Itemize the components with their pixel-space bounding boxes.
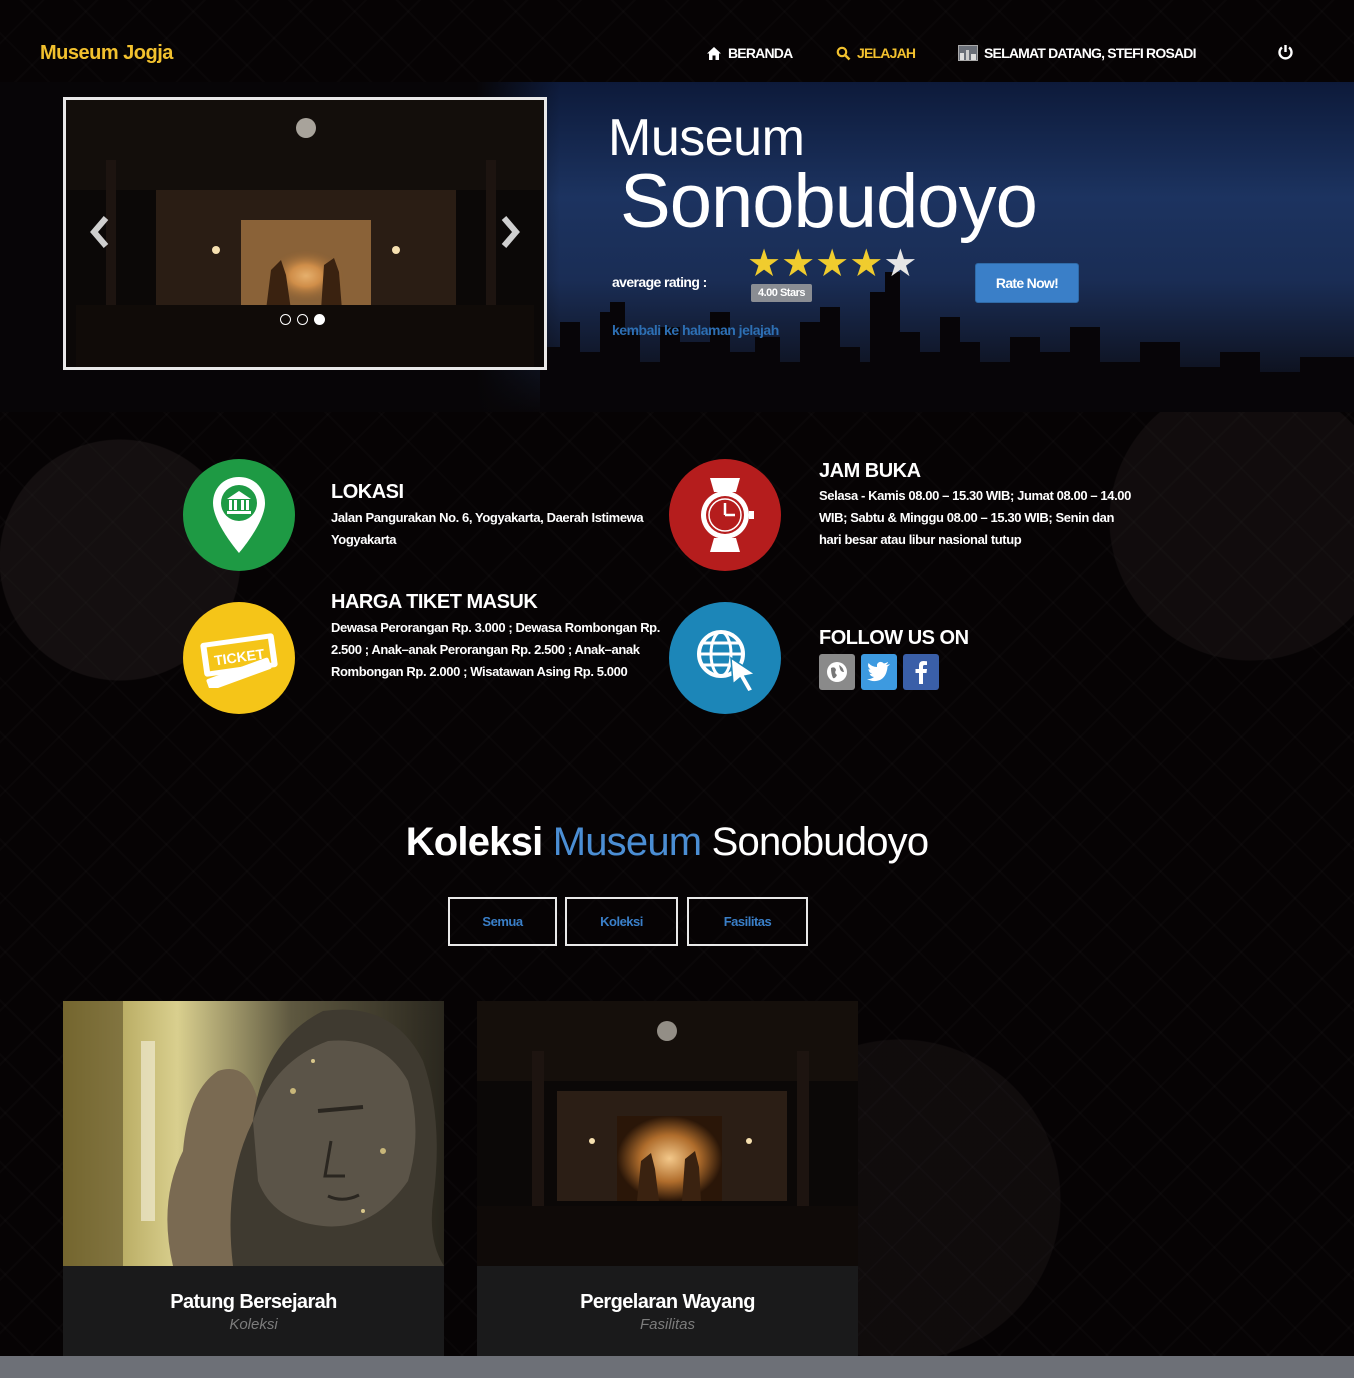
facebook-icon — [915, 661, 927, 684]
card-title[interactable]: Pergelaran Wayang — [477, 1291, 858, 1314]
ticket-icon: TICKET — [200, 633, 278, 688]
map-pin-museum-icon — [213, 477, 265, 553]
carousel-slide-image — [66, 100, 544, 367]
twitter-icon — [867, 661, 890, 682]
card-title[interactable]: Patung Bersejarah — [63, 1291, 444, 1314]
rating-stars[interactable]: ★ ★ ★ ★ ★ — [747, 245, 917, 283]
rate-now-button[interactable]: Rate Now! — [975, 263, 1079, 303]
follow-circle — [669, 602, 781, 714]
filter-all-button[interactable]: Semua — [448, 897, 557, 946]
user-photo-icon — [958, 45, 978, 61]
hours-title: JAM BUKA — [819, 460, 921, 482]
top-navbar: Museum Jogja BERANDA JELAJAH SELAMAT DAT… — [0, 0, 1354, 96]
card-image-statue — [63, 1001, 444, 1266]
star-icon[interactable]: ★ — [849, 245, 883, 283]
carousel-indicators — [280, 314, 325, 325]
star-icon[interactable]: ★ — [815, 245, 849, 283]
collection-title: Koleksi Museum Sonobudoyo — [0, 820, 1334, 865]
image-carousel[interactable] — [63, 97, 547, 370]
collection-title-part3: Sonobudoyo — [711, 820, 929, 864]
home-icon — [707, 46, 721, 60]
collection-title-part2: Museum — [552, 820, 702, 864]
ticket-text: Dewasa Perorangan Rp. 3.000 ; Dewasa Rom… — [331, 620, 660, 679]
nav-home-label: BERANDA — [728, 45, 793, 61]
hours-text: Selasa - Kamis 08.00 – 15.30 WIB; Jumat … — [819, 488, 1131, 547]
star-icon[interactable]: ★ — [747, 245, 781, 283]
twitter-link[interactable] — [861, 654, 897, 690]
hours-circle — [669, 459, 781, 571]
location-circle — [183, 459, 295, 571]
bottom-scroll-bar — [0, 1356, 1354, 1378]
nav-explore[interactable]: JELAJAH — [836, 45, 916, 61]
collection-card[interactable]: Patung Bersejarah Koleksi — [63, 1001, 444, 1356]
card-image-wayang — [477, 1001, 858, 1266]
website-link[interactable] — [819, 654, 855, 690]
power-icon[interactable] — [1277, 44, 1294, 61]
collection-title-part1: Koleksi — [405, 820, 543, 864]
globe-cursor-icon — [697, 630, 757, 693]
ticket-circle: TICKET — [183, 602, 295, 714]
carousel-dot[interactable] — [280, 314, 291, 325]
follow-title: FOLLOW US ON — [819, 627, 969, 649]
carousel-prev-arrow[interactable] — [86, 212, 116, 252]
nav-explore-label: JELAJAH — [857, 45, 916, 61]
card-category: Fasilitas — [639, 1316, 695, 1333]
wristwatch-icon — [701, 478, 754, 552]
star-icon[interactable]: ★ — [781, 245, 815, 283]
carousel-dot[interactable] — [297, 314, 308, 325]
rating-badge: 4.00 Stars — [751, 284, 812, 302]
carousel-next-arrow[interactable] — [494, 212, 524, 252]
search-icon — [836, 46, 851, 60]
carousel-dot-active[interactable] — [314, 314, 325, 325]
filter-facilities-button[interactable]: Fasilitas — [687, 897, 808, 946]
location-text: Jalan Pangurakan No. 6, Yogyakarta, Daer… — [331, 510, 644, 547]
star-icon[interactable]: ★ — [883, 245, 917, 283]
nav-welcome-label: SELAMAT DATANG, STEFI ROSADI — [984, 45, 1197, 61]
average-rating-label: average rating : — [612, 274, 707, 290]
globe-icon — [827, 662, 847, 682]
museum-title-name: Sonobudoyo — [620, 159, 1038, 244]
nav-home[interactable]: BERANDA — [706, 45, 793, 61]
facebook-link[interactable] — [903, 654, 939, 690]
ticket-title: HARGA TIKET MASUK — [331, 591, 538, 613]
collection-card[interactable]: Pergelaran Wayang Fasilitas — [477, 1001, 858, 1356]
filter-collection-button[interactable]: Koleksi — [565, 897, 678, 946]
card-category: Koleksi — [229, 1316, 278, 1333]
back-to-explore-link[interactable]: kembali ke halaman jelajah — [612, 322, 779, 338]
nav-user-welcome[interactable]: SELAMAT DATANG, STEFI ROSADI — [958, 45, 1197, 61]
brand-logo[interactable]: Museum Jogja — [40, 42, 173, 65]
location-title: LOKASI — [331, 481, 404, 503]
